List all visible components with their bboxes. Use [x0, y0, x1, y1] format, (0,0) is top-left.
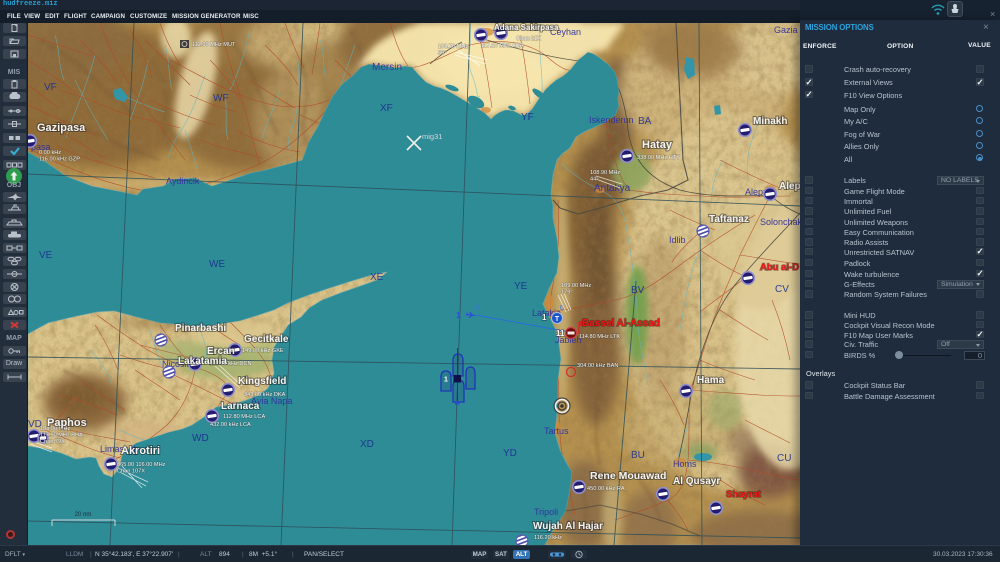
svg-text:YD: YD — [503, 448, 517, 459]
svg-text:112.80 MHz LCA: 112.80 MHz LCA — [223, 414, 265, 420]
svg-text:Minakh: Minakh — [753, 116, 787, 127]
svg-text:343.00 kHz DKA: 343.00 kHz DKA — [244, 392, 286, 398]
svg-text:Gazipasa: Gazipasa — [37, 122, 86, 134]
svg-text:Larnaca: Larnaca — [221, 401, 260, 412]
svg-text:Homs: Homs — [673, 459, 697, 469]
svg-text:CU: CU — [777, 453, 791, 464]
svg-text:Alepp: Alepp — [779, 181, 800, 192]
svg-text:Tartus: Tartus — [544, 426, 569, 436]
svg-text:0.00 kHz: 0.00 kHz — [39, 150, 61, 156]
svg-text:114.80 MHz LTK: 114.80 MHz LTK — [579, 334, 620, 340]
svg-text:116.00 kHz GZP: 116.00 kHz GZP — [39, 157, 80, 163]
svg-text:Lakatamia: Lakatamia — [178, 356, 227, 367]
svg-text:Al Qusayr: Al Qusayr — [673, 476, 720, 487]
svg-text:112.30 MHz MUT: 112.30 MHz MUT — [192, 42, 236, 48]
svg-text:1: 1 — [542, 313, 547, 322]
svg-text:Chan 107X: Chan 107X — [117, 469, 145, 475]
svg-text:20 nm: 20 nm — [75, 512, 92, 518]
svg-text:Aydincik: Aydincik — [166, 176, 200, 186]
svg-text:YE: YE — [514, 281, 528, 292]
svg-text:Shayrat: Shayrat — [726, 489, 762, 500]
svg-text:Paphos: Paphos — [47, 417, 87, 429]
svg-text:Solonchak: Solonchak — [760, 217, 800, 227]
svg-text:Bassel Al-Assad: Bassel Al-Assad — [582, 318, 660, 329]
svg-text:VF: VF — [44, 82, 57, 93]
svg-text:Gecitkale: Gecitkale — [244, 334, 289, 345]
svg-text:T: T — [555, 316, 560, 323]
svg-text:1: 1 — [456, 311, 461, 320]
svg-text:338.00 MHz HTY: 338.00 MHz HTY — [637, 155, 680, 161]
svg-text:YF: YF — [521, 112, 534, 123]
svg-text:117.90 MHz PHA: 117.90 MHz PHA — [40, 433, 83, 439]
svg-text:0: 0 — [476, 305, 480, 312]
svg-text:117.10 MHz ADA: 117.10 MHz ADA — [481, 43, 524, 49]
svg-text:Hama: Hama — [697, 375, 725, 386]
svg-text:11: 11 — [556, 329, 565, 338]
svg-text:432.00 kHz LCA: 432.00 kHz LCA — [210, 422, 251, 428]
svg-text:Chan 79X: Chan 79X — [40, 439, 65, 445]
svg-text:Antakya: Antakya — [594, 183, 631, 194]
svg-text:865.00 116.00 MHz: 865.00 116.00 MHz — [117, 462, 166, 468]
svg-text:Akrotiri: Akrotiri — [121, 445, 160, 457]
svg-text:WF: WF — [213, 93, 229, 104]
svg-text:XF: XF — [380, 103, 393, 114]
svg-text:Tripoli: Tripoli — [534, 507, 558, 517]
svg-text:Mersin: Mersin — [372, 62, 402, 73]
svg-text:XE: XE — [370, 272, 384, 283]
svg-text:Idlib: Idlib — [669, 235, 686, 245]
svg-text:1: 1 — [444, 377, 448, 384]
svg-text:450.00 kHz RA: 450.00 kHz RA — [587, 486, 625, 492]
svg-text:Iskenderun: Iskenderun — [589, 115, 634, 125]
svg-text:108.90 MHz: 108.90 MHz — [590, 170, 620, 176]
svg-text:109.00 MHz: 109.00 MHz — [561, 283, 591, 289]
svg-text:mig31: mig31 — [422, 132, 442, 141]
svg-text:44°: 44° — [590, 177, 598, 183]
svg-text:CV: CV — [775, 284, 789, 295]
svg-text:Gazia: Gazia — [774, 25, 798, 35]
svg-text:179°: 179° — [561, 290, 573, 296]
svg-text:Taftanaz: Taftanaz — [709, 214, 749, 225]
svg-text:108.70 MHz: 108.70 MHz — [438, 44, 468, 50]
svg-text:304.00 kHz BAN: 304.00 kHz BAN — [577, 363, 618, 369]
svg-text:Abu al-D: Abu al-D — [760, 262, 799, 273]
svg-text:Hatay: Hatay — [642, 139, 673, 151]
svg-text:Kingsfield: Kingsfield — [238, 376, 286, 387]
svg-text:56°: 56° — [438, 51, 446, 57]
svg-text:Chan 21X: Chan 21X — [516, 36, 541, 42]
svg-text:BU: BU — [631, 450, 645, 461]
svg-text:XD: XD — [360, 439, 374, 450]
svg-text:149.00 kHz GKE: 149.00 kHz GKE — [242, 348, 284, 354]
svg-text:BA: BA — [638, 116, 652, 127]
svg-text:Pinarbashi: Pinarbashi — [175, 323, 226, 334]
svg-text:Rene Mouawad: Rene Mouawad — [590, 470, 666, 482]
svg-text:Adana Sakirpasa: Adana Sakirpasa — [494, 23, 559, 32]
svg-text:WE: WE — [209, 259, 225, 270]
svg-text:Wujah Al Hajar: Wujah Al Hajar — [533, 521, 603, 532]
svg-text:BV: BV — [631, 285, 645, 296]
svg-text:WD: WD — [192, 433, 209, 444]
svg-text:VE: VE — [39, 250, 53, 261]
svg-text:116.20 kHz: 116.20 kHz — [534, 535, 562, 541]
